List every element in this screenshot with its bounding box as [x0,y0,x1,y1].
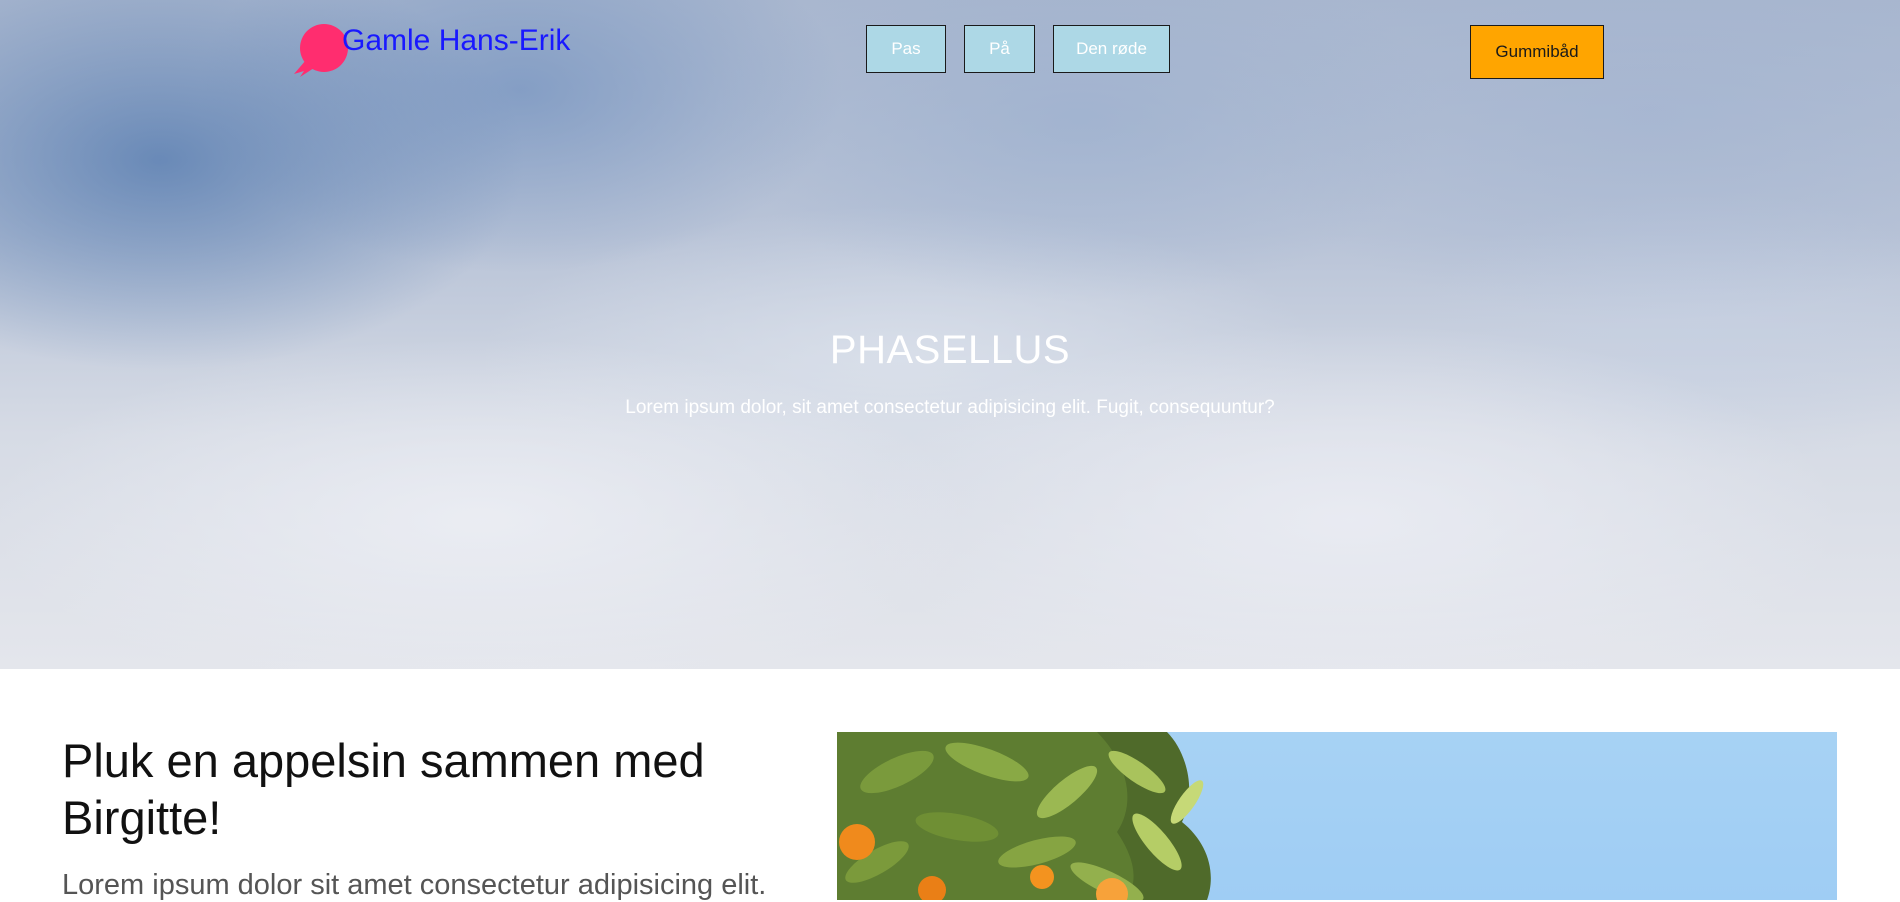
nav-button-den-rode[interactable]: Den røde [1053,25,1170,73]
hero-banner: Gamle Hans-Erik Pas På Den røde Gummibåd… [0,0,1900,669]
hero-title: PHASELLUS [829,328,1071,372]
section-paragraph: Lorem ipsum dolor sit amet consectetur a… [62,869,767,901]
gummibad-button[interactable]: Gummibåd [1470,25,1604,79]
nav-button-pa[interactable]: På [964,25,1035,73]
orange-tree-image [837,732,1837,900]
section-heading: Pluk en appelsin sammen med Birgitte! [62,734,705,844]
hero-subtitle: Lorem ipsum dolor, sit amet consectetur … [625,397,1275,418]
orange-tree-illustration [837,732,1211,900]
main-nav: Pas På Den røde [866,25,1170,73]
nav-button-pas[interactable]: Pas [866,25,946,73]
site-logo[interactable]: Gamle Hans-Erik [292,22,570,78]
logo-text: Gamle Hans-Erik [342,24,571,57]
